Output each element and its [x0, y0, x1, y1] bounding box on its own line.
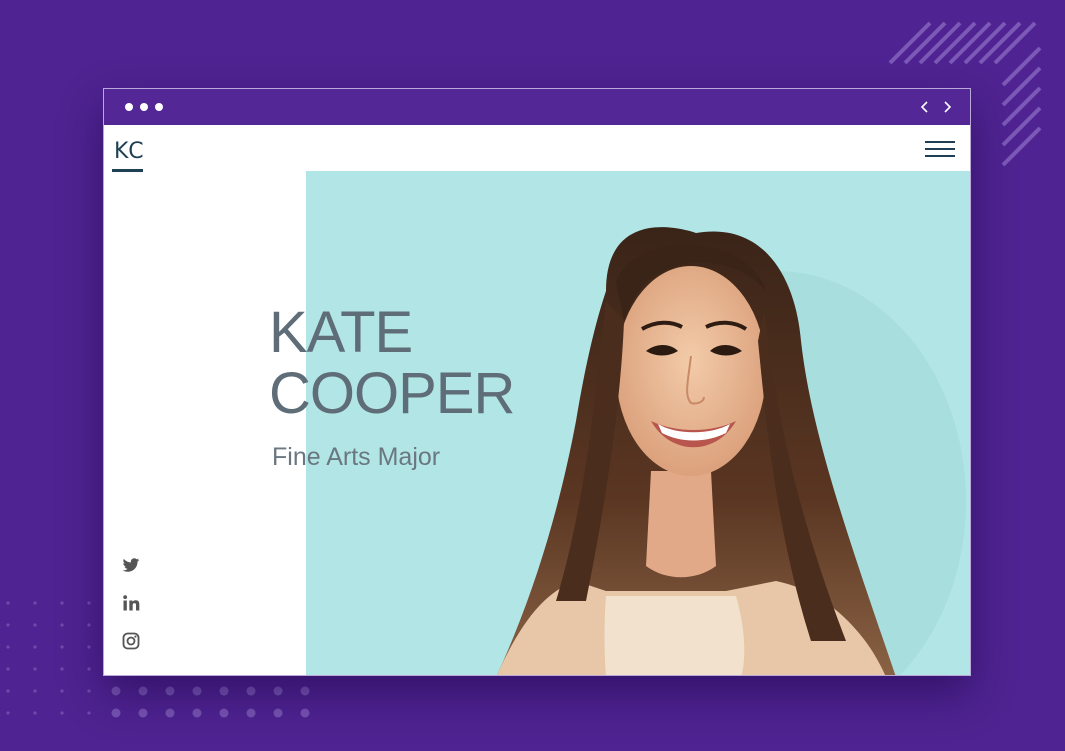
twitter-icon[interactable]: [121, 555, 141, 575]
decorative-dot: [87, 711, 91, 715]
decorative-dot: [87, 601, 91, 605]
decorative-dot: [87, 645, 91, 649]
window-control-dot[interactable]: [140, 103, 148, 111]
decorative-dot: [246, 686, 256, 696]
decorative-dot: [6, 645, 10, 649]
window-control-dot[interactable]: [155, 103, 163, 111]
decorative-dot: [87, 667, 91, 671]
decorative-dot: [6, 689, 10, 693]
decorative-dot: [219, 686, 229, 696]
decorative-dot: [60, 601, 64, 605]
browser-nav: [918, 99, 954, 115]
decorative-dot: [165, 708, 175, 718]
hero-subtitle: Fine Arts Major: [272, 443, 441, 471]
decorative-dot: [6, 601, 10, 605]
hero-name: KATE COOPER: [269, 300, 515, 426]
decorative-dot: [219, 708, 229, 718]
decorative-dot: [60, 711, 64, 715]
decorative-dot: [138, 708, 148, 718]
hamburger-menu-icon[interactable]: [925, 141, 955, 159]
chevron-right-icon[interactable]: [940, 99, 954, 115]
decorative-dot: [6, 623, 10, 627]
decorative-dot: [138, 686, 148, 696]
hero-first-name: KATE: [269, 300, 413, 365]
decorative-dot: [33, 711, 37, 715]
decorative-dot: [111, 686, 121, 696]
window-control-dot[interactable]: [125, 103, 133, 111]
decorative-dot: [60, 623, 64, 627]
decorative-dot: [60, 667, 64, 671]
decorative-dot: [273, 686, 283, 696]
decorative-dot: [300, 686, 310, 696]
decorative-dot: [33, 667, 37, 671]
decorative-dot: [60, 645, 64, 649]
decorative-dot: [60, 689, 64, 693]
site-header: KC: [104, 126, 970, 172]
decorative-dot: [273, 708, 283, 718]
decorative-dot: [87, 623, 91, 627]
decorative-dot: [246, 708, 256, 718]
decorative-dot: [111, 708, 121, 718]
instagram-icon[interactable]: [121, 631, 141, 651]
logo-underline: [112, 169, 143, 172]
linkedin-icon[interactable]: [121, 593, 141, 613]
hero-last-name: COOPER: [269, 361, 515, 426]
window-controls: [125, 103, 163, 111]
decorative-dot: [33, 689, 37, 693]
decorative-dot: [192, 708, 202, 718]
decorative-dot: [33, 645, 37, 649]
window-titlebar: [104, 89, 970, 126]
decorative-dot: [300, 708, 310, 718]
decorative-dot: [87, 689, 91, 693]
decorative-dot: [165, 686, 175, 696]
decorative-dot: [6, 667, 10, 671]
browser-window: KC KATE COOPER Fine Arts Major: [103, 88, 971, 676]
decorative-dot: [33, 601, 37, 605]
site-logo[interactable]: KC: [114, 139, 145, 164]
chevron-left-icon[interactable]: [918, 99, 932, 115]
decorative-dot: [33, 623, 37, 627]
decorative-dot: [6, 711, 10, 715]
decorative-dot: [192, 686, 202, 696]
